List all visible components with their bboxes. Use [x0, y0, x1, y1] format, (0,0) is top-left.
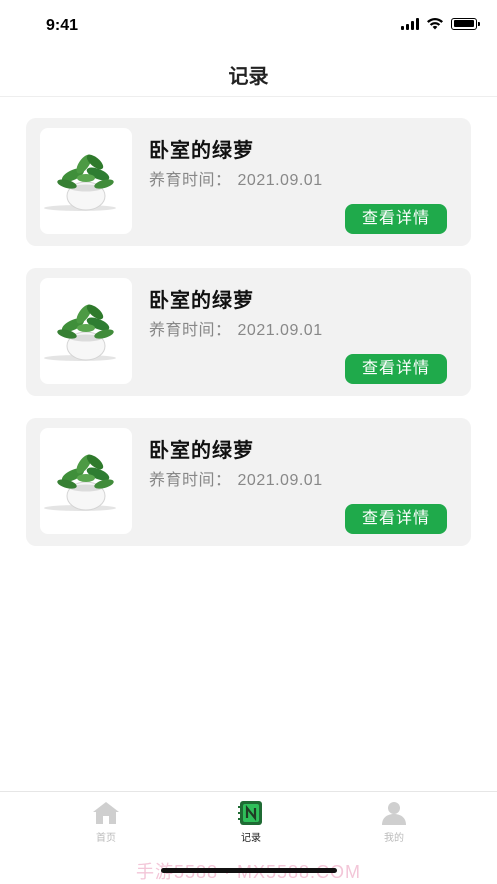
tab-profile[interactable]: 我的	[354, 800, 434, 844]
status-icons	[401, 17, 480, 30]
record-card[interactable]: 卧室的绿萝 养育时间： 2021.09.01 查看详情	[26, 118, 471, 246]
record-card[interactable]: 卧室的绿萝 养育时间： 2021.09.01 查看详情	[26, 418, 471, 546]
battery-icon	[451, 17, 480, 30]
plant-thumbnail	[40, 128, 132, 234]
home-indicator	[161, 868, 337, 873]
record-title: 卧室的绿萝	[149, 290, 254, 312]
tab-home[interactable]: 首页	[66, 800, 146, 844]
potted-plant-image	[44, 304, 116, 361]
record-meta-label: 养育时间：	[149, 172, 232, 189]
record-meta: 养育时间： 2021.09.01	[149, 466, 323, 490]
record-meta-label: 养育时间：	[149, 322, 232, 339]
home-icon	[93, 802, 119, 824]
view-details-button[interactable]: 查看详情	[345, 354, 447, 384]
record-date: 2021.09.01	[237, 172, 323, 189]
notebook-icon	[238, 801, 262, 825]
plant-thumbnail	[40, 428, 132, 534]
potted-plant-image	[44, 154, 116, 211]
nav-bar: 记录	[0, 50, 497, 97]
status-bar: 9:41	[0, 0, 497, 50]
record-date: 2021.09.01	[237, 472, 323, 489]
record-meta: 养育时间： 2021.09.01	[149, 166, 323, 190]
wifi-icon	[427, 18, 443, 30]
record-meta: 养育时间： 2021.09.01	[149, 316, 323, 340]
tab-records[interactable]: 记录	[211, 800, 291, 844]
user-icon	[382, 802, 406, 825]
record-title: 卧室的绿萝	[149, 140, 254, 162]
plant-thumbnail	[40, 278, 132, 384]
potted-plant-image	[44, 454, 116, 511]
record-meta-label: 养育时间：	[149, 472, 232, 489]
page-title: 记录	[228, 66, 269, 88]
record-title: 卧室的绿萝	[149, 440, 254, 462]
record-date: 2021.09.01	[237, 322, 323, 339]
tab-label: 首页	[96, 833, 116, 844]
status-time: 9:41	[46, 17, 79, 34]
cellular-signal-icon	[401, 17, 419, 30]
tab-label: 记录	[241, 833, 261, 844]
tab-label: 我的	[384, 833, 404, 844]
record-list: 卧室的绿萝 养育时间： 2021.09.01 查看详情 卧室的绿萝 养育时间： 20…	[26, 118, 471, 568]
view-details-button[interactable]: 查看详情	[345, 204, 447, 234]
view-details-button[interactable]: 查看详情	[345, 504, 447, 534]
record-card[interactable]: 卧室的绿萝 养育时间： 2021.09.01 查看详情	[26, 268, 471, 396]
